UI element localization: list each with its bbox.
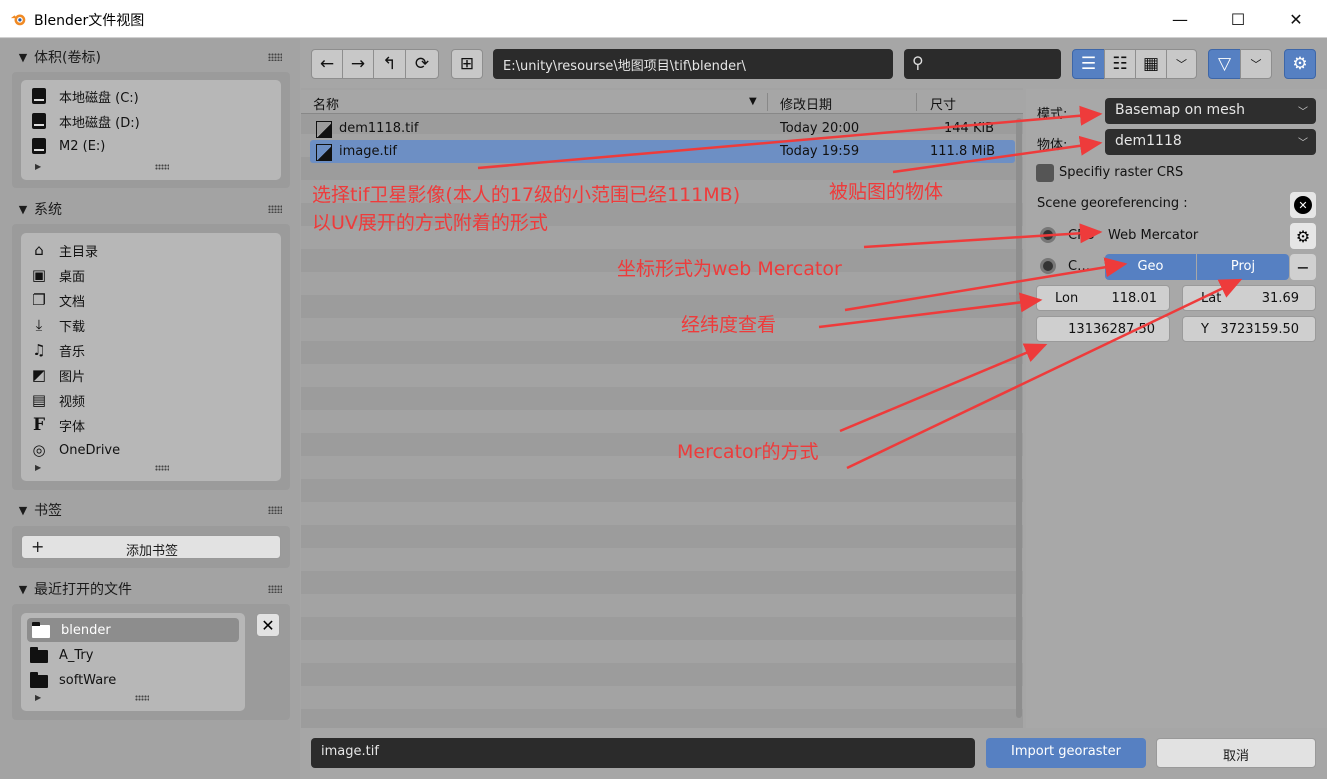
annotation-arrow (892, 135, 1103, 174)
annotation-arrow (818, 292, 1043, 329)
annotation-arrow (863, 223, 1103, 249)
annotation-arrow (477, 105, 1103, 170)
annotation-lonlat: 经纬度查看 (681, 314, 777, 336)
annotation-arrow (846, 278, 1243, 470)
annotation-mercator: Mercator的方式 (677, 441, 819, 463)
annotation-object: 被贴图的物体 (829, 181, 944, 203)
annotation-select-tif-line1: 选择tif卫星影像(本人的17级的小范围已经111MB) (312, 184, 741, 206)
annotation-crs: 坐标形式为web Mercator (617, 258, 842, 280)
annotation-select-tif-line2: 以UV展开的方式附着的形式 (312, 212, 548, 234)
annotation-arrow (844, 257, 1128, 312)
annotation-arrows (477, 105, 1243, 470)
